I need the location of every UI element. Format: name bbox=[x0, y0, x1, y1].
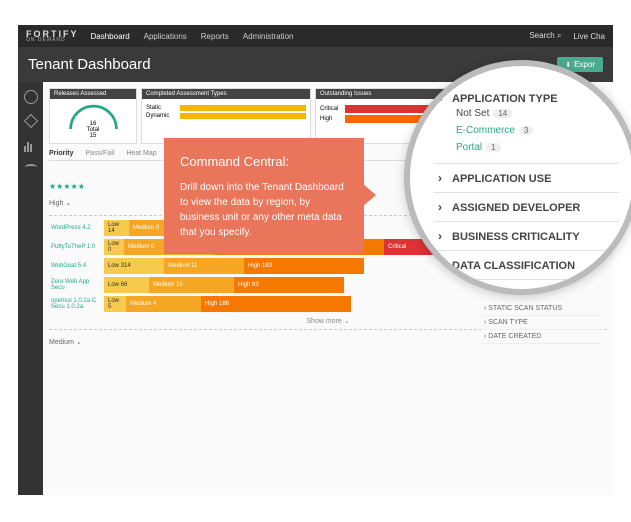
sf-scan-type[interactable]: SCAN TYPE bbox=[481, 316, 601, 330]
chevron-right-icon: › bbox=[438, 258, 448, 272]
filter-option-ecommerce[interactable]: E-Commerce3 bbox=[438, 122, 615, 139]
nav-applications[interactable]: Applications bbox=[144, 32, 187, 41]
app-name-link[interactable]: PuttyToTheP 1.0 bbox=[49, 242, 104, 252]
chevron-right-icon: › bbox=[438, 200, 448, 214]
bar-segment-med: Medium 11 bbox=[164, 258, 244, 274]
bar-segment-med: Medium 4 bbox=[126, 296, 201, 312]
sf-date-created[interactable]: DATE CREATED bbox=[481, 330, 601, 344]
app-name-link[interactable]: Zero Web App Secu bbox=[49, 277, 104, 293]
callout-body: Drill down into the Tenant Dashboard to … bbox=[180, 180, 348, 240]
callout-tooltip: Command Central: Drill down into the Ten… bbox=[164, 138, 364, 254]
bar-segment-med: Medium 15 bbox=[149, 277, 234, 293]
nav-reports[interactable]: Reports bbox=[201, 32, 229, 41]
panel-releases: Releases Assessed 16 Total 15 bbox=[49, 88, 137, 144]
sidebar-icon-education[interactable] bbox=[25, 164, 37, 170]
filter-item[interactable]: ›ASSIGNED DEVELOPER bbox=[434, 193, 619, 222]
dynamic-bar bbox=[180, 113, 306, 119]
sf-static-scan[interactable]: STATIC SCAN STATUS bbox=[481, 302, 601, 316]
left-sidebar bbox=[18, 82, 43, 495]
sidebar-icon-gauge[interactable] bbox=[24, 90, 38, 104]
search-link[interactable]: Search ⌕ bbox=[529, 31, 561, 41]
nav-administration[interactable]: Administration bbox=[243, 32, 294, 41]
filter-application-type[interactable]: ⌄APPLICATION TYPE Not Set14 E-Commerce3 … bbox=[434, 84, 619, 164]
page-title: Tenant Dashboard bbox=[28, 56, 151, 73]
filter-item[interactable]: ›DATA CLASSIFICATION bbox=[434, 251, 619, 280]
bar-segment-low: Low 14 bbox=[104, 220, 129, 236]
filter-item[interactable]: ›BUSINESS CRITICALITY bbox=[434, 222, 619, 251]
tab-heatmap[interactable]: Heat Map bbox=[126, 150, 156, 157]
panel-completed: Completed Assessment Types Static Dynami… bbox=[141, 88, 311, 144]
logo: FORTIFY ON DEMAND bbox=[26, 29, 79, 43]
bar-segment-low: Low 314 bbox=[104, 258, 164, 274]
bar-segment-low: Low 0 bbox=[104, 239, 124, 255]
livechat-link[interactable]: Live Cha bbox=[573, 32, 605, 41]
chevron-right-icon: › bbox=[438, 229, 448, 243]
main-nav: Dashboard Applications Reports Administr… bbox=[91, 32, 294, 41]
nav-dashboard[interactable]: Dashboard bbox=[91, 32, 130, 41]
download-icon bbox=[565, 60, 571, 69]
sidebar-icon-diamond[interactable] bbox=[23, 114, 37, 128]
bar-segment-high: High 186 bbox=[201, 296, 351, 312]
tab-passfail[interactable]: Pass/Fail bbox=[86, 150, 115, 157]
top-navbar: FORTIFY ON DEMAND Dashboard Applications… bbox=[18, 25, 613, 47]
static-bar bbox=[180, 105, 306, 111]
search-icon: ⌕ bbox=[557, 31, 561, 40]
filter-option-portal[interactable]: Portal1 bbox=[438, 139, 615, 156]
chevron-down-icon: ⌄ bbox=[436, 93, 450, 103]
tab-priority[interactable]: Priority bbox=[49, 150, 74, 157]
chevron-right-icon: › bbox=[438, 171, 448, 185]
magnifier-lens: ⌄APPLICATION TYPE Not Set14 E-Commerce3 … bbox=[404, 60, 631, 295]
bar-segment-low: Low 5 bbox=[104, 296, 126, 312]
bar-segment-low: Low 66 bbox=[104, 277, 149, 293]
sidebar-icon-bars[interactable] bbox=[24, 138, 38, 152]
panel-releases-title: Releases Assessed bbox=[50, 89, 136, 99]
app-name-link[interactable]: WebGoat 5.4 bbox=[49, 261, 104, 271]
panel-completed-title: Completed Assessment Types bbox=[142, 89, 310, 99]
bar-segment-high: High 83 bbox=[234, 277, 344, 293]
app-name-link[interactable]: WordPress 4.2 bbox=[49, 223, 104, 233]
filter-option-notset[interactable]: Not Set14 bbox=[438, 105, 615, 122]
filter-item[interactable]: ›APPLICATION USE bbox=[434, 164, 619, 193]
bar-segment-high: High 183 bbox=[244, 258, 364, 274]
small-filters: STATIC SCAN STATUS SCAN TYPE DATE CREATE… bbox=[481, 302, 601, 344]
app-name-link[interactable]: openssl 1.0.2a C Secu 1.0.2a bbox=[49, 296, 104, 312]
gauge-icon bbox=[66, 103, 121, 133]
top-right: Search ⌕ Live Cha bbox=[529, 31, 605, 41]
callout-title: Command Central: bbox=[180, 152, 348, 172]
